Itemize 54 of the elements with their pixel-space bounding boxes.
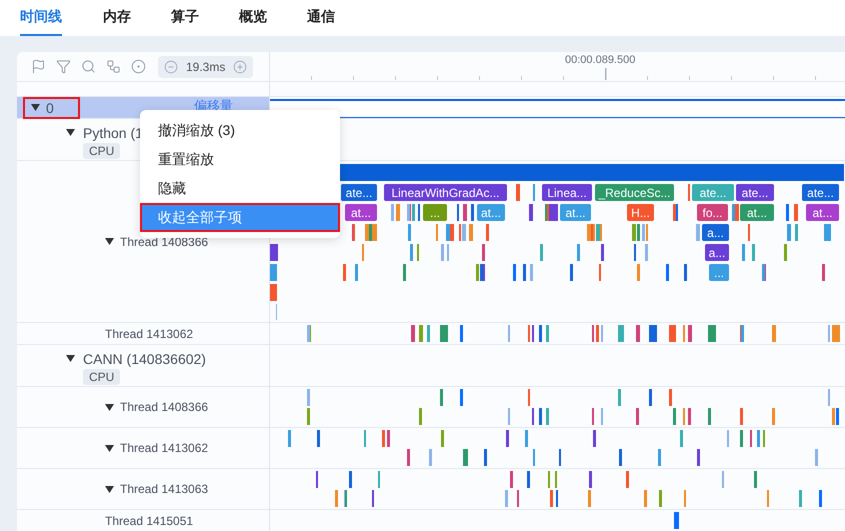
- trace-slice[interactable]: H...: [627, 204, 654, 221]
- trace-slice[interactable]: at...: [560, 204, 591, 221]
- menu-item[interactable]: 撤消缩放 (3): [140, 116, 340, 145]
- thread-name: Thread 1413063: [120, 482, 208, 496]
- thread-name: Thread 1408366: [120, 234, 208, 248]
- thread-name: Thread 1408366: [120, 400, 208, 414]
- trace-bars-drawing: [270, 244, 278, 261]
- trace-slice[interactable]: Linea...: [542, 184, 592, 201]
- trace-slice[interactable]: a...: [702, 224, 729, 241]
- trace-slice[interactable]: ...: [423, 204, 447, 221]
- trace-bars-drawing: [270, 284, 277, 301]
- thread-name: Thread 1413062: [120, 441, 208, 455]
- flag-icon[interactable]: [31, 59, 46, 74]
- caret-icon[interactable]: [105, 486, 114, 492]
- trace-slice[interactable]: ...: [709, 264, 729, 281]
- caret-icon[interactable]: [105, 238, 114, 245]
- thread-name: Thread 1413062: [105, 326, 194, 340]
- tab[interactable]: 内存: [103, 0, 131, 36]
- zoom-value: 19.3ms: [186, 60, 226, 74]
- menu-item[interactable]: 隐藏: [140, 174, 340, 203]
- tab[interactable]: 时间线: [20, 0, 62, 36]
- connected-squares-icon[interactable]: [106, 59, 121, 74]
- trace-slice[interactable]: a...: [705, 244, 729, 261]
- trace-slice[interactable]: at...: [477, 204, 505, 221]
- caret-icon[interactable]: [105, 444, 114, 452]
- trace-slice[interactable]: LinearWithGradAc...: [384, 184, 507, 201]
- ruler-time-label: 00:00.089.500: [565, 54, 636, 66]
- trace-slice[interactable]: at...: [806, 204, 839, 221]
- trace-bars-drawing: [674, 512, 679, 529]
- thread-name: Thread 1415051: [105, 514, 194, 528]
- tab[interactable]: 算子: [171, 0, 199, 36]
- trace-slice[interactable]: fo...: [697, 204, 728, 221]
- trace-slice[interactable]: ate...: [341, 184, 377, 201]
- filter-icon[interactable]: [56, 59, 71, 74]
- trace-slice[interactable]: ate...: [736, 184, 774, 201]
- process-name: CANN (140836602): [83, 350, 206, 366]
- trace-slice[interactable]: at...: [345, 204, 377, 221]
- menu-item[interactable]: 收起全部子项: [140, 203, 340, 232]
- trace-slice[interactable]: ate...: [802, 184, 839, 201]
- trace-bars-drawing: [270, 264, 277, 281]
- tab[interactable]: 通信: [307, 0, 335, 36]
- caret-icon[interactable]: [105, 404, 114, 410]
- target-icon[interactable]: [131, 59, 146, 74]
- trace-slice[interactable]: _ReduceSc...: [595, 184, 674, 201]
- cpu-tag: CPU: [83, 368, 120, 384]
- caret-icon[interactable]: [31, 104, 40, 111]
- trace-slice[interactable]: at...: [740, 204, 774, 221]
- menu-item[interactable]: 重置缩放: [140, 145, 340, 174]
- caret-icon[interactable]: [66, 129, 75, 136]
- tab[interactable]: 概览: [239, 0, 267, 36]
- group-name: 0: [46, 100, 54, 116]
- caret-icon[interactable]: [66, 355, 75, 362]
- search-icon[interactable]: [81, 59, 96, 74]
- cpu-tag: CPU: [83, 142, 120, 158]
